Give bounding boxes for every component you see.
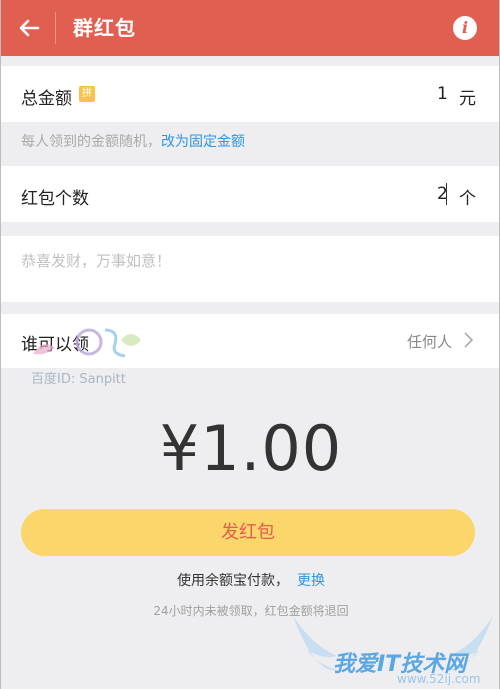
change-payment-link[interactable]: 更换 [297,573,325,589]
chevron-right-icon [463,330,475,355]
text-cursor [446,183,447,205]
top-bar: 群红包 i [1,0,499,56]
amount-display: ¥1.00 [159,412,343,485]
total-amount-row[interactable] [1,66,499,122]
send-red-packet-button[interactable]: 发红包 [21,509,475,556]
site-url: www.52ij.com [397,672,481,686]
page-title: 群红包 [73,16,136,40]
arrow-left-icon[interactable] [13,12,45,44]
who-value: 任何人 [407,333,453,351]
fixed-amount-link[interactable]: 改为固定金额 [161,134,245,150]
watermark-text: 百度ID: Sanpitt [31,372,126,387]
amount-hint: 每人领到的金额随机，改为固定金额 [21,131,245,151]
total-amount-unit: 元 [459,89,476,109]
count-unit: 个 [459,189,476,209]
screen: 群红包 i 总金额 拼 1 元 每人领到的金额随机，改为固定金额 红包个数 2 … [0,0,500,689]
header-divider [55,12,56,44]
info-icon[interactable]: i [453,16,477,40]
amount-hint-text: 每人领到的金额随机， [21,134,161,150]
message-input[interactable]: 恭喜发财，万事如意！ [21,250,171,271]
total-amount-input[interactable]: 1 [437,84,448,104]
payment-line: 使用余额宝付款， 更换 [1,570,499,590]
payment-text: 使用余额宝付款， [177,573,289,589]
watermark-logo [33,328,141,358]
count-label: 红包个数 [21,189,89,209]
total-amount-label: 总金额 [21,89,72,109]
pin-badge: 拼 [79,86,95,102]
